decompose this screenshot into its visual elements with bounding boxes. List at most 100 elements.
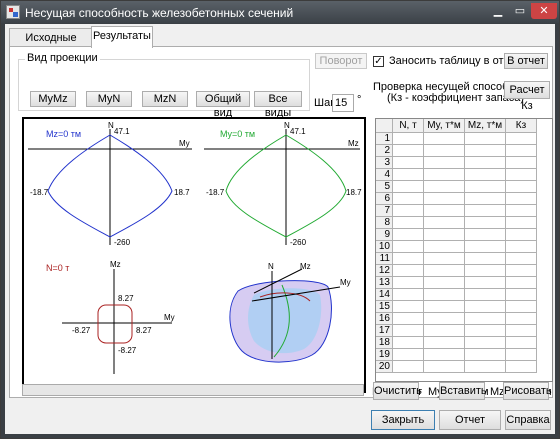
rotate-button[interactable]: Поворот (315, 53, 367, 69)
table-cell[interactable] (505, 156, 537, 169)
table-cell[interactable] (505, 312, 537, 325)
table-cell[interactable] (423, 288, 465, 301)
table-cell[interactable] (505, 324, 537, 337)
table-cell[interactable] (505, 276, 537, 289)
table-cell[interactable] (464, 348, 506, 361)
table-cell[interactable] (464, 276, 506, 289)
table-cell[interactable] (392, 252, 424, 265)
view-all-button[interactable]: Все виды (254, 91, 302, 119)
table-cell[interactable] (392, 144, 424, 157)
table-cell[interactable] (464, 168, 506, 181)
table-cell[interactable] (464, 216, 506, 229)
view-myn-button[interactable]: MyN (86, 91, 132, 107)
table-cell[interactable] (505, 252, 537, 265)
table-cell[interactable] (423, 192, 465, 205)
table-cell[interactable] (423, 336, 465, 349)
table-cell[interactable] (392, 336, 424, 349)
table-cell[interactable] (423, 324, 465, 337)
table-cell[interactable] (505, 168, 537, 181)
view-mzn-button[interactable]: MzN (142, 91, 188, 107)
clear-button[interactable]: Очистить (373, 382, 422, 400)
table-cell[interactable] (423, 264, 465, 277)
close-icon[interactable]: ✕ (531, 3, 557, 19)
table-cell[interactable] (423, 216, 465, 229)
table-cell[interactable] (505, 240, 537, 253)
table-cell[interactable] (423, 228, 465, 241)
table-cell[interactable] (392, 180, 424, 193)
draw-button[interactable]: Рисовать (503, 382, 552, 400)
table-cell[interactable] (392, 228, 424, 241)
table-cell[interactable] (392, 156, 424, 169)
table-cell[interactable] (464, 132, 506, 145)
view-general-button[interactable]: Общий вид (196, 91, 250, 119)
table-cell[interactable] (423, 276, 465, 289)
minimize-icon[interactable]: ▁ (487, 3, 509, 19)
table-cell[interactable] (392, 204, 424, 217)
close-button[interactable]: Закрыть (371, 410, 435, 430)
tab-results[interactable]: Результаты (91, 26, 153, 48)
table-cell[interactable] (423, 312, 465, 325)
table-cell[interactable] (464, 252, 506, 265)
table-cell[interactable] (392, 240, 424, 253)
table-cell[interactable] (505, 360, 537, 373)
table-cell[interactable] (464, 312, 506, 325)
table-cell[interactable] (392, 300, 424, 313)
table-cell[interactable] (464, 192, 506, 205)
table-cell[interactable] (423, 348, 465, 361)
table-cell[interactable] (423, 252, 465, 265)
table-cell[interactable] (464, 180, 506, 193)
table-cell[interactable] (423, 240, 465, 253)
table-cell[interactable] (392, 192, 424, 205)
table-cell[interactable] (392, 324, 424, 337)
table-cell[interactable] (505, 228, 537, 241)
table-cell[interactable] (505, 288, 537, 301)
table-cell[interactable] (505, 264, 537, 277)
table-cell[interactable] (464, 156, 506, 169)
table-cell[interactable] (392, 132, 424, 145)
table-cell[interactable] (464, 264, 506, 277)
table-cell[interactable] (464, 228, 506, 241)
table-cell[interactable] (423, 360, 465, 373)
table-cell[interactable] (505, 180, 537, 193)
table-cell[interactable] (423, 204, 465, 217)
maximize-icon[interactable]: ▭ (509, 3, 531, 19)
help-button[interactable]: Справка (505, 410, 551, 430)
tab-source-data[interactable]: Исходные данные (9, 28, 93, 62)
table-cell[interactable] (392, 216, 424, 229)
to-report-button[interactable]: В отчет (504, 53, 548, 69)
table-cell[interactable] (392, 360, 424, 373)
table-cell[interactable] (505, 144, 537, 157)
table-cell[interactable] (464, 204, 506, 217)
paste-button[interactable]: Вставить (439, 382, 487, 400)
view-mymz-button[interactable]: MyMz (30, 91, 76, 107)
results-table[interactable]: N, т My, т*м Mz, т*м Кз 1 2 3 4 5 6 7 8 … (375, 118, 553, 382)
table-cell[interactable] (464, 144, 506, 157)
add-to-report-checkbox[interactable]: ✓ (373, 56, 384, 67)
table-cell[interactable] (392, 168, 424, 181)
table-cell[interactable] (464, 360, 506, 373)
table-cell[interactable] (392, 288, 424, 301)
table-cell[interactable] (505, 336, 537, 349)
table-cell[interactable] (423, 168, 465, 181)
table-cell[interactable] (505, 192, 537, 205)
table-cell[interactable] (392, 264, 424, 277)
table-cell[interactable] (464, 288, 506, 301)
table-cell[interactable] (464, 336, 506, 349)
table-cell[interactable] (423, 156, 465, 169)
table-cell[interactable] (423, 300, 465, 313)
table-cell[interactable] (505, 204, 537, 217)
table-cell[interactable] (392, 348, 424, 361)
table-cell[interactable] (423, 132, 465, 145)
step-input[interactable]: 15 (332, 94, 354, 112)
table-cell[interactable] (423, 144, 465, 157)
table-cell[interactable] (392, 276, 424, 289)
calc-kz-button[interactable]: Расчет Кз (504, 81, 550, 112)
table-cell[interactable] (505, 216, 537, 229)
title-bar[interactable]: Несущая способность железобетонных сечен… (1, 1, 559, 23)
report-button[interactable]: Отчет (439, 410, 501, 430)
table-cell[interactable] (392, 312, 424, 325)
table-cell[interactable] (464, 300, 506, 313)
table-cell[interactable] (464, 240, 506, 253)
table-cell[interactable] (464, 324, 506, 337)
table-cell[interactable] (505, 132, 537, 145)
